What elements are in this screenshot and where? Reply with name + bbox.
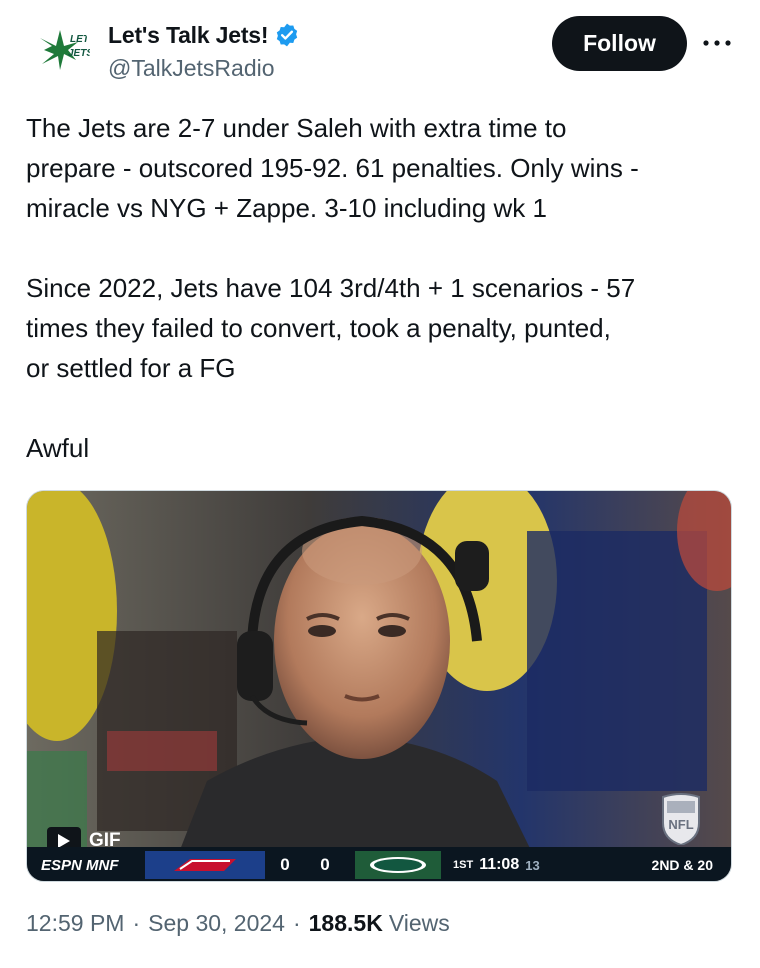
separator: · (292, 910, 301, 936)
tweet-line: times they failed to convert, took a pen… (26, 313, 611, 343)
author-avatar[interactable]: LET'S JETS (30, 20, 90, 80)
team1-score: 0 (280, 855, 290, 874)
tweet-meta: 12:59 PM · Sep 30, 2024 · 188.5K Views (26, 910, 450, 937)
tweet-time[interactable]: 12:59 PM (26, 910, 124, 937)
jets-logo-icon: LET'S JETS (30, 20, 90, 80)
tweet-line: prepare - outscored 195-92. 61 penalties… (26, 153, 639, 183)
tweet-line: The Jets are 2-7 under Saleh with extra … (26, 113, 567, 143)
down-distance: 2ND & 20 (651, 857, 713, 873)
tweet-date[interactable]: Sep 30, 2024 (148, 910, 285, 937)
views-label: Views (388, 910, 450, 936)
gif-media[interactable]: NFL GIF ESPN MNF 0 0 1ST 11:08 13 2ND & … (26, 490, 732, 882)
scoreboard: ESPN MNF 0 0 1ST 11:08 13 2ND & 20 (27, 847, 731, 881)
team2-score: 0 (320, 855, 330, 874)
jets-logo-icon (355, 851, 441, 879)
follow-button[interactable]: Follow (552, 16, 687, 71)
play-clock: 13 (525, 857, 540, 873)
author-handle[interactable]: @TalkJetsRadio (108, 55, 275, 82)
svg-text:NFL: NFL (668, 817, 693, 832)
quarter: 1ST (453, 859, 474, 871)
tweet-line: or settled for a FG (26, 353, 236, 383)
tweet-line: Since 2022, Jets have 104 3rd/4th + 1 sc… (26, 273, 636, 303)
network-label: ESPN MNF (41, 856, 119, 874)
tweet-line: miracle vs NYG + Zappe. 3-10 including w… (26, 193, 547, 223)
author-name-row: Let's Talk Jets! (108, 20, 300, 50)
author-display-name[interactable]: Let's Talk Jets! (108, 22, 269, 49)
game-clock: 1ST 11:08 13 (453, 856, 540, 874)
avatar-text-top: LET'S (70, 34, 90, 45)
separator: · (132, 910, 141, 936)
views-count[interactable]: 188.5K (309, 910, 383, 937)
more-dots-icon[interactable] (700, 26, 734, 60)
gif-frame-image (27, 491, 731, 881)
avatar-text-bottom: JETS (68, 48, 90, 59)
tweet-header: LET'S JETS Let's Talk Jets! @TalkJetsRad… (0, 0, 760, 100)
tweet-line: Awful (26, 433, 90, 463)
bills-logo-icon (145, 851, 265, 879)
clock-time: 11:08 (479, 856, 520, 873)
nfl-shield-icon: NFL (659, 791, 703, 845)
tweet-body: The Jets are 2-7 under Saleh with extra … (26, 108, 736, 468)
verified-badge-icon[interactable] (274, 22, 300, 48)
